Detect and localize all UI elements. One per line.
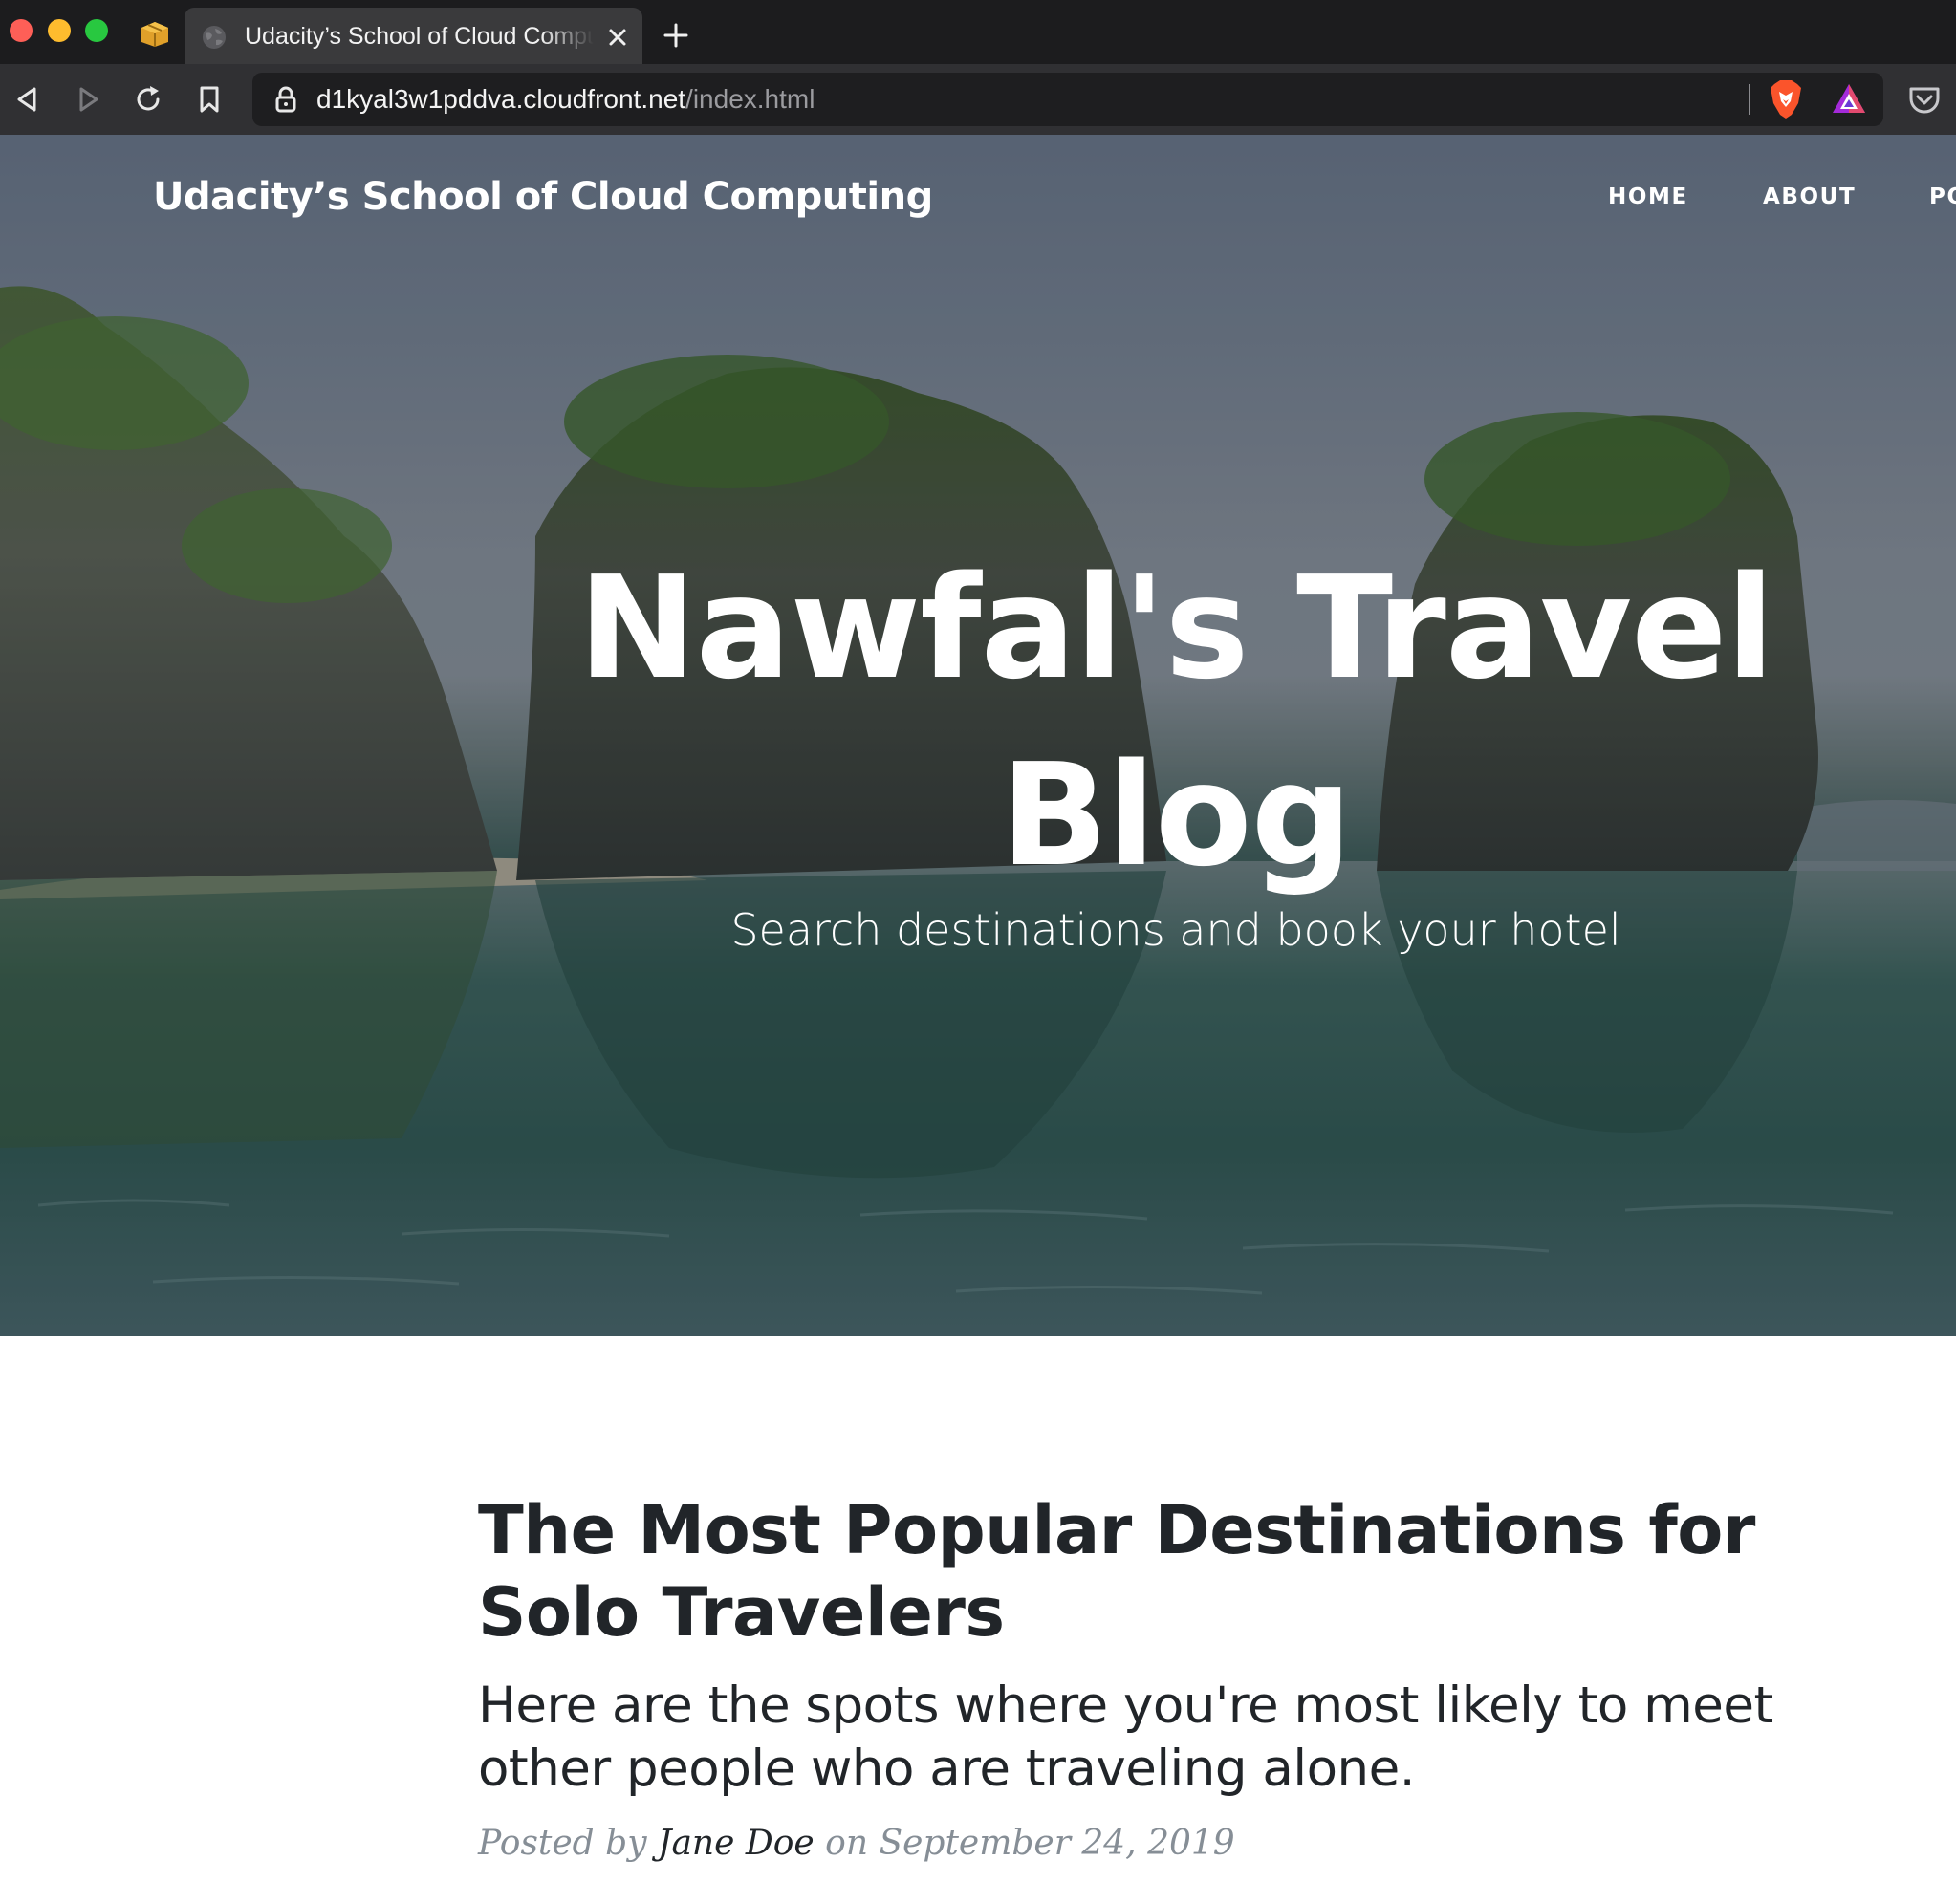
nav-link-home[interactable]: HOME xyxy=(1608,183,1688,211)
window-minimize-button[interactable] xyxy=(48,19,71,42)
brave-rewards-icon[interactable] xyxy=(1830,80,1868,119)
close-icon[interactable] xyxy=(605,25,630,50)
site-brand-link[interactable]: Udacity’s School of Cloud Computing xyxy=(153,171,933,223)
browser-tab-bar: Udacity’s School of Cloud Computing xyxy=(0,0,1956,64)
package-icon[interactable] xyxy=(141,21,169,48)
brave-shields-icon[interactable] xyxy=(1767,78,1805,120)
post-author-link[interactable]: Jane Doe xyxy=(658,1824,815,1863)
address-bar[interactable]: d1kyal3w1pddva.cloudfront.net/index.html xyxy=(252,73,1883,126)
tab-title: Udacity’s School of Cloud Computing xyxy=(245,23,594,50)
post-date: September 24, 2019 xyxy=(879,1824,1235,1863)
hero-header: Udacity’s School of Cloud Computing HOME… xyxy=(0,135,1956,1336)
nav-link-posts[interactable]: POSTS xyxy=(1929,183,1956,211)
pocket-icon[interactable] xyxy=(1907,83,1942,118)
hero-title: Nawfal's Travel Blog xyxy=(577,546,1775,898)
post-title-link[interactable]: The Most Popular Destinations for Solo T… xyxy=(478,1489,1912,1654)
lock-icon[interactable] xyxy=(273,86,298,113)
url-text[interactable]: d1kyal3w1pddva.cloudfront.net/index.html xyxy=(316,82,815,117)
url-host: d1kyal3w1pddva.cloudfront.net xyxy=(316,84,686,114)
hero-subtitle: Search destinations and book your hotel xyxy=(730,904,1621,956)
window-close-button[interactable] xyxy=(10,19,33,42)
nav-link-about[interactable]: ABOUT xyxy=(1763,183,1856,211)
bookmark-icon[interactable] xyxy=(193,83,226,116)
post-meta-prefix: Posted by xyxy=(478,1824,647,1863)
plus-icon[interactable] xyxy=(662,21,690,50)
post-meta-on: on xyxy=(825,1824,868,1863)
forward-icon[interactable] xyxy=(72,83,104,116)
address-bar-divider xyxy=(1749,84,1750,115)
back-icon[interactable] xyxy=(11,83,44,116)
browser-toolbar: d1kyal3w1pddva.cloudfront.net/index.html xyxy=(0,64,1956,135)
browser-tab-active[interactable]: Udacity’s School of Cloud Computing xyxy=(185,8,642,64)
window-zoom-button[interactable] xyxy=(85,19,108,42)
post-subtitle[interactable]: Here are the spots where you're most lik… xyxy=(478,1675,1912,1801)
reload-icon[interactable] xyxy=(132,83,164,116)
post-meta: Posted by Jane Doe on September 24, 2019 xyxy=(478,1821,1912,1867)
globe-icon xyxy=(203,26,226,49)
url-path: /index.html xyxy=(685,84,815,114)
